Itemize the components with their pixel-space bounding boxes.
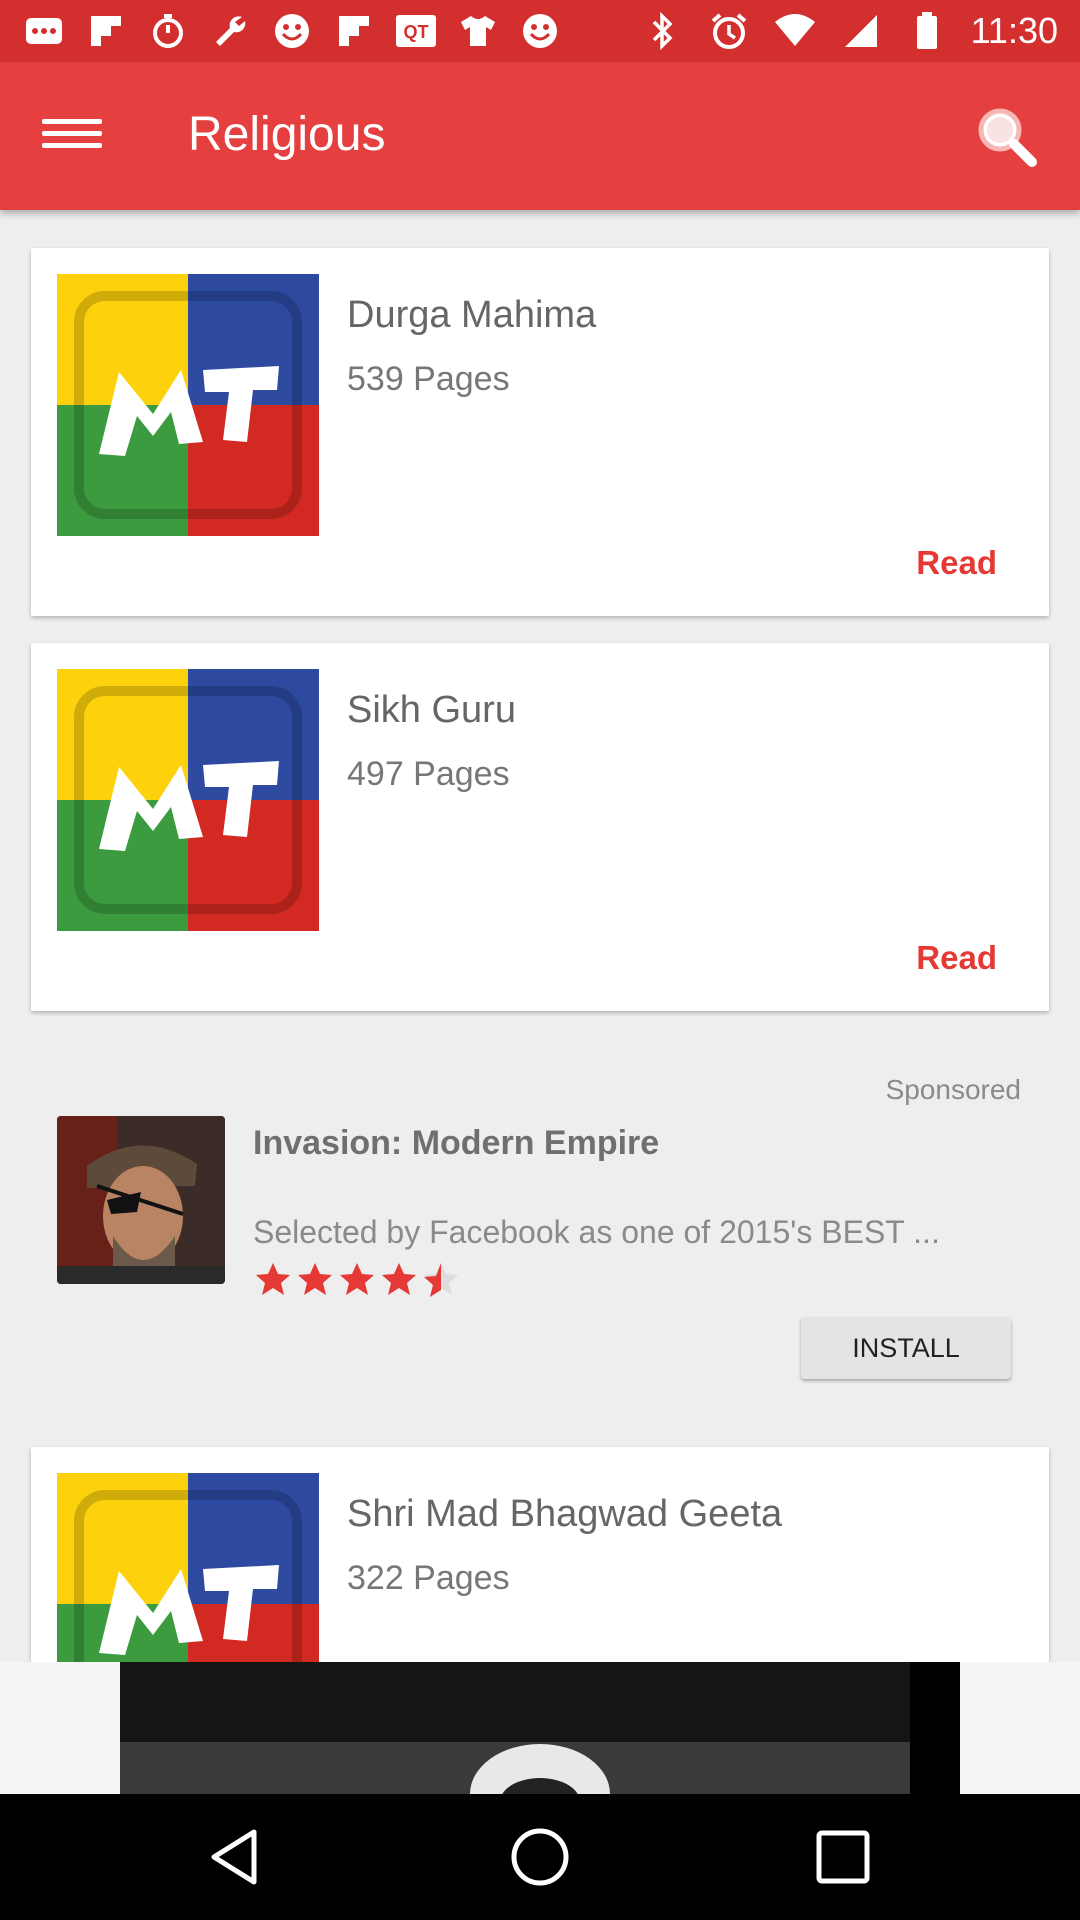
back-icon[interactable]	[204, 1824, 270, 1890]
book-card[interactable]: Shri Mad Bhagwad Geeta 322 Pages	[31, 1447, 1049, 1662]
battery-icon	[905, 9, 949, 53]
page-title: Religious	[188, 108, 386, 161]
book-page-count: 322 Pages	[347, 1559, 510, 1597]
book-card[interactable]: Durga Mahima 539 Pages Read	[31, 248, 1049, 616]
notification-icons: QT	[22, 9, 562, 53]
svg-text:QT: QT	[404, 22, 429, 42]
read-button[interactable]: Read	[916, 939, 997, 977]
status-bar: QT 11:30	[0, 0, 1080, 62]
wrench-icon	[208, 9, 252, 53]
navigation-bar	[0, 1794, 1080, 1920]
search-icon[interactable]	[972, 102, 1042, 172]
flipboard-icon	[84, 9, 128, 53]
book-page-count: 497 Pages	[347, 755, 510, 793]
wifi-icon	[773, 9, 817, 53]
flipboard-icon	[332, 9, 376, 53]
smiley-icon	[270, 9, 314, 53]
banner-ad[interactable]	[0, 1662, 1080, 1794]
book-thumbnail	[57, 1473, 319, 1662]
recents-icon[interactable]	[810, 1824, 876, 1890]
bluetooth-icon	[641, 9, 685, 53]
menu-icon[interactable]	[42, 112, 102, 160]
book-title: Durga Mahima	[347, 294, 597, 336]
home-icon[interactable]	[507, 1824, 573, 1890]
sponsored-ad[interactable]: Sponsored Invasion: Modern Empire Select…	[31, 1050, 1049, 1390]
book-thumbnail	[57, 274, 319, 536]
book-title: Shri Mad Bhagwad Geeta	[347, 1493, 783, 1535]
book-thumbnail	[57, 669, 319, 931]
sponsored-label: Sponsored	[885, 1074, 1021, 1105]
book-title: Sikh Guru	[347, 689, 516, 731]
ad-app-icon	[57, 1116, 225, 1284]
book-card[interactable]: Sikh Guru 497 Pages Read	[31, 643, 1049, 1011]
app-bar: Religious	[0, 62, 1080, 210]
rating-stars	[253, 1260, 463, 1310]
smiley-icon	[518, 9, 562, 53]
system-icons: 11:30	[641, 9, 1058, 53]
banner-ad-image[interactable]	[120, 1662, 960, 1794]
shirt-icon	[456, 9, 500, 53]
clock: 11:30	[970, 10, 1058, 51]
install-button[interactable]: INSTALL	[801, 1317, 1011, 1379]
timer-icon	[146, 9, 190, 53]
book-page-count: 539 Pages	[347, 360, 510, 398]
ad-title: Invasion: Modern Empire	[253, 1124, 660, 1162]
ad-description: Selected by Facebook as one of 2015's BE…	[253, 1214, 940, 1250]
alarm-icon	[707, 9, 751, 53]
read-button[interactable]: Read	[916, 544, 997, 582]
signal-icon	[839, 9, 883, 53]
messages-icon	[22, 9, 66, 53]
qt-icon: QT	[394, 9, 438, 53]
